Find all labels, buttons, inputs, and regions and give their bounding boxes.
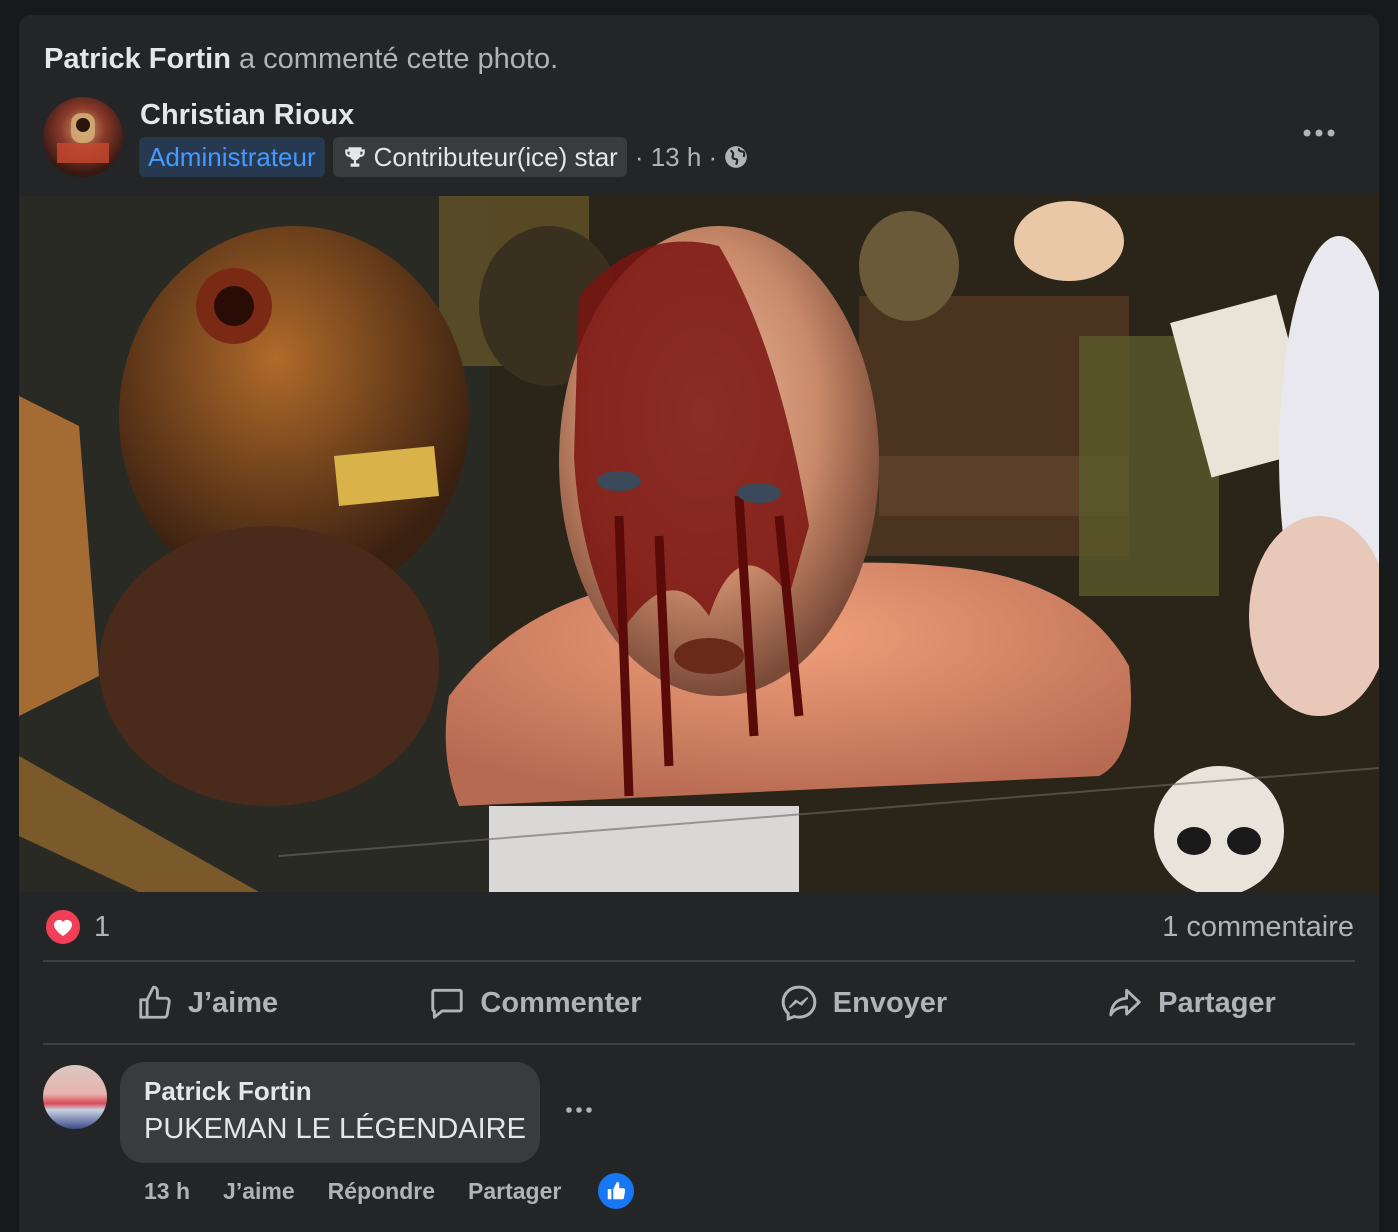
thumbs-up-icon: [608, 1181, 626, 1200]
divider-bottom: [43, 1043, 1355, 1045]
avatar-image: [57, 113, 109, 163]
activity-text: a commenté cette photo.: [230, 43, 559, 75]
post-author-name[interactable]: Christian Rioux: [140, 99, 354, 132]
more-dots-icon: [1303, 129, 1335, 137]
reaction-count: 1: [94, 910, 111, 943]
share-arrow-icon: [1109, 988, 1141, 1017]
activity-header: Patrick Fortin a commenté cette photo.: [44, 43, 558, 76]
like-button[interactable]: J’aime: [43, 965, 371, 1041]
activity-actor-link[interactable]: Patrick Fortin: [44, 43, 231, 75]
post-timestamp[interactable]: · 13 h ·: [635, 142, 749, 173]
globe-icon: [725, 146, 748, 168]
author-avatar[interactable]: [43, 97, 123, 177]
post-card: Patrick Fortin a commenté cette photo. C…: [19, 15, 1379, 1232]
comment-bubble: Patrick Fortin PUKEMAN LE LÉGENDAIRE: [120, 1062, 540, 1163]
post-photo[interactable]: [19, 196, 1379, 892]
post-options-button[interactable]: [1299, 115, 1339, 151]
comment-author-name[interactable]: Patrick Fortin: [144, 1076, 516, 1107]
admin-badge-label: Administrateur: [148, 141, 316, 172]
comment-like-reaction[interactable]: [598, 1173, 635, 1209]
comment-text: PUKEMAN LE LÉGENDAIRE: [144, 1113, 526, 1145]
more-dots-icon: [566, 1107, 592, 1113]
post-stats: 1 1 commentaire: [44, 905, 1354, 949]
comment-share-button[interactable]: Partager: [468, 1178, 561, 1205]
comment-actions: 13 h J’aime Répondre Partager: [144, 1171, 635, 1211]
reactions-summary[interactable]: 1: [44, 908, 110, 946]
send-button[interactable]: Envoyer: [699, 965, 1027, 1041]
share-label: Partager: [1158, 986, 1276, 1019]
send-label: Envoyer: [832, 986, 948, 1019]
post-actions-bar: J’aime Commenter Envoyer Partager: [43, 965, 1355, 1041]
post-time: · 13 h ·: [634, 141, 718, 172]
share-button[interactable]: Partager: [1027, 965, 1355, 1041]
comment-like-button[interactable]: J’aime: [223, 1178, 295, 1205]
commenter-avatar[interactable]: [43, 1065, 107, 1129]
heart-icon: [44, 908, 82, 946]
admin-badge[interactable]: Administrateur: [139, 137, 325, 177]
star-badge-label: Contributeur(ice) star: [373, 141, 618, 172]
star-contributor-badge[interactable]: Contributeur(ice) star: [332, 137, 627, 177]
photo-image: [19, 196, 1379, 892]
comment-button[interactable]: Commenter: [371, 965, 699, 1041]
comment-time[interactable]: 13 h: [144, 1178, 190, 1205]
comments-count-link[interactable]: 1 commentaire: [1162, 911, 1354, 944]
comment-options-button[interactable]: [561, 1095, 597, 1125]
divider-top: [43, 960, 1355, 962]
like-label: J’aime: [187, 986, 279, 1019]
comment-reply-button[interactable]: Répondre: [328, 1178, 435, 1205]
comment-bubble-icon: [431, 988, 464, 1019]
trophy-icon: [344, 147, 365, 167]
thumbs-up-icon: [139, 985, 171, 1019]
post-meta: Administrateur Contributeur(ice) star · …: [139, 137, 749, 177]
messenger-icon: [781, 985, 817, 1022]
comment-label: Commenter: [480, 986, 642, 1019]
